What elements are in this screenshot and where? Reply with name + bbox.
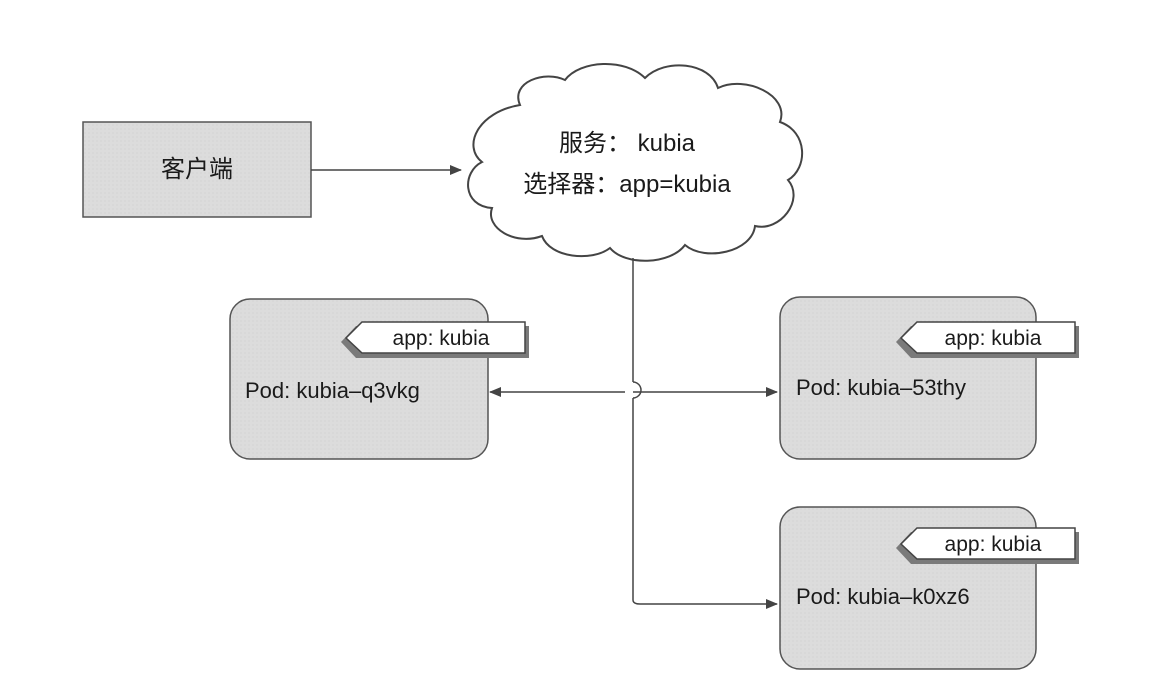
pod-name: Pod: kubia–k0xz6	[796, 584, 970, 609]
arrow-to-pod-3	[632, 599, 778, 609]
pod-card: app: kubia Pod: kubia–53thy	[779, 296, 1079, 460]
pod-label-tag: app: kubia	[341, 321, 529, 358]
trunk-hop-arc	[632, 381, 642, 399]
pod-card: app: kubia Pod: kubia–k0xz6	[779, 506, 1079, 670]
pod-card: app: kubia Pod: kubia–q3vkg	[229, 298, 529, 460]
pod-label-tag: app: kubia	[896, 527, 1079, 564]
connectors	[489, 258, 778, 609]
service-cloud: 服务： kubia 选择器：app=kubia	[467, 63, 803, 262]
client-box: 客户端	[82, 121, 312, 218]
pod-name: Pod: kubia–53thy	[796, 375, 966, 400]
pod-label-tag: app: kubia	[896, 321, 1079, 358]
pod-label-text: app: kubia	[945, 327, 1042, 350]
client-label: 客户端	[161, 156, 233, 183]
service-name-text: 服务： kubia	[559, 130, 696, 157]
pod-name: Pod: kubia–q3vkg	[245, 378, 420, 403]
diagram-canvas: 客户端 服务： kubia 选择器：app=kubia app: kubia P…	[0, 0, 1164, 688]
pod-label-text: app: kubia	[945, 533, 1042, 556]
pod-label-text: app: kubia	[393, 327, 490, 350]
service-pod-diagram: 客户端 服务： kubia 选择器：app=kubia app: kubia P…	[82, 63, 1079, 670]
service-selector-text: 选择器：app=kubia	[523, 171, 731, 198]
cloud-shape	[467, 63, 803, 262]
